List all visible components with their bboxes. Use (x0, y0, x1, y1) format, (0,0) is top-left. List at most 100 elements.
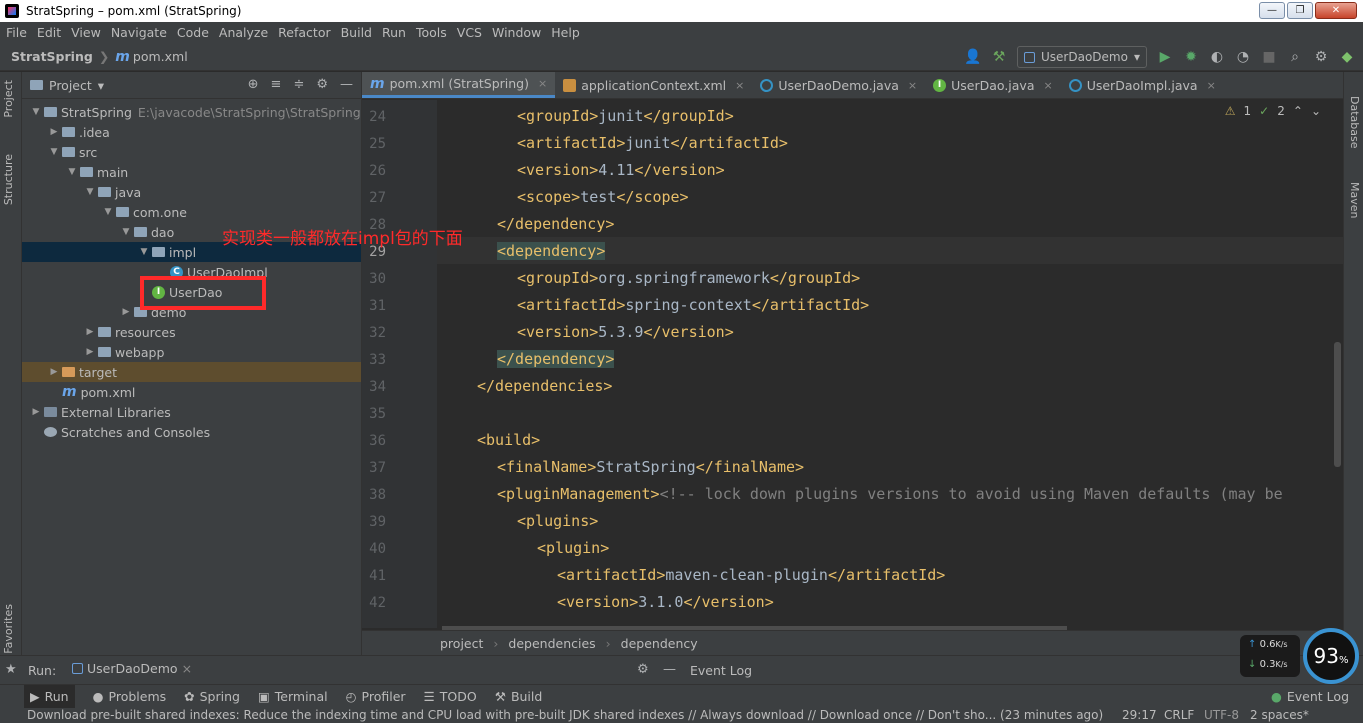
tree-row-src[interactable]: ▼ src (22, 142, 361, 162)
chevron-down-icon[interactable]: ▼ (100, 207, 116, 217)
expand-all-icon[interactable]: ≡ (271, 77, 282, 92)
menu-item-refactor[interactable]: Refactor (273, 25, 335, 40)
menu-item-tools[interactable]: Tools (411, 25, 452, 40)
chevron-right-icon[interactable]: ▶ (28, 407, 44, 417)
chevron-down-icon[interactable]: ▼ (64, 167, 80, 177)
menu-item-window[interactable]: Window (487, 25, 546, 40)
chevron-right-icon[interactable]: ▶ (82, 347, 98, 357)
project-panel-title[interactable]: Project (49, 78, 92, 93)
chevron-down-icon[interactable]: ⌄ (1311, 104, 1321, 118)
tool-tab-problems[interactable]: ● Problems (93, 689, 167, 704)
tool-tab-spring[interactable]: ✿ Spring (184, 689, 240, 704)
build-hammer-icon[interactable]: ⚒ (991, 49, 1007, 65)
tool-tab-build[interactable]: ⚒ Build (495, 689, 543, 704)
close-icon[interactable]: × (735, 79, 744, 92)
project-tool-tab[interactable]: Project (2, 80, 15, 118)
database-tool-tab[interactable]: Database (1348, 96, 1361, 149)
file-encoding[interactable]: UTF-8 (1204, 708, 1239, 722)
maven-tool-tab[interactable]: Maven (1348, 182, 1361, 218)
tree-row--idea[interactable]: ▶ .idea (22, 122, 361, 142)
hide-icon[interactable]: — (340, 77, 353, 92)
editor-tab-2[interactable]: UserDaoDemo.java × (752, 72, 925, 98)
menu-item-run[interactable]: Run (377, 25, 411, 40)
editor-breadcrumb-dependency[interactable]: dependency (621, 636, 698, 651)
tree-row-resources[interactable]: ▶ resources (22, 322, 361, 342)
locate-icon[interactable]: ⊕ (248, 77, 259, 92)
gear-icon[interactable]: ⚙ (1313, 49, 1329, 65)
editor-breadcrumb-dependencies[interactable]: dependencies (508, 636, 595, 651)
restore-button[interactable]: ❐ (1287, 2, 1313, 19)
chevron-down-icon[interactable]: ▼ (28, 107, 44, 117)
run-configuration-select[interactable]: UserDaoDemo ▾ (1017, 46, 1147, 68)
star-icon[interactable]: ★ (5, 662, 17, 677)
tool-tab-run[interactable]: ▶ Run (24, 684, 75, 709)
editor-scrollbar[interactable] (1334, 342, 1341, 467)
menu-item-build[interactable]: Build (336, 25, 377, 40)
editor-tab-0[interactable]: m pom.xml (StratSpring) × (362, 72, 556, 98)
close-icon[interactable]: × (1043, 79, 1052, 92)
menu-item-view[interactable]: View (66, 25, 106, 40)
line-separator[interactable]: CRLF (1164, 708, 1194, 722)
chevron-down-icon[interactable]: ▼ (118, 227, 134, 237)
menu-item-edit[interactable]: Edit (32, 25, 66, 40)
run-icon[interactable]: ▶ (1157, 49, 1173, 65)
chevron-right-icon[interactable]: ▶ (118, 307, 134, 317)
chevron-right-icon[interactable]: ▶ (46, 127, 62, 137)
chevron-right-icon[interactable]: ▶ (82, 327, 98, 337)
search-icon[interactable]: ⌕ (1287, 49, 1303, 65)
menu-item-help[interactable]: Help (546, 25, 585, 40)
editor-tab-3[interactable]: I UserDao.java × (925, 72, 1061, 98)
gear-icon[interactable]: ⚙ (316, 77, 328, 92)
favorites-tool-tab[interactable]: Favorites (2, 604, 15, 654)
status-message[interactable]: Download pre-built shared indexes: Reduc… (27, 708, 1103, 722)
user-icon[interactable]: 👤 (964, 49, 981, 65)
tree-row-com-one[interactable]: ▼ com.one (22, 202, 361, 222)
breadcrumb-project[interactable]: StratSpring (11, 49, 93, 64)
gear-icon[interactable]: ⚙ (637, 662, 649, 677)
hide-icon[interactable]: — (663, 662, 676, 677)
chevron-down-icon[interactable]: ▼ (46, 147, 62, 157)
tree-row-stratspring[interactable]: ▼ StratSpring E:\javacode\StratSpring\Stra… (22, 102, 361, 122)
chevron-right-icon[interactable]: ▶ (46, 367, 62, 377)
menu-item-vcs[interactable]: VCS (452, 25, 487, 40)
tool-tab-todo[interactable]: ☰ TODO (424, 689, 477, 704)
editor-tab-1[interactable]: applicationContext.xml × (555, 72, 752, 98)
jetbrains-toolbox-icon[interactable]: ◆ (1339, 49, 1355, 65)
tool-tab-event-log[interactable]: ● Event Log (1271, 689, 1349, 704)
close-icon[interactable]: × (1207, 79, 1216, 92)
stop-icon[interactable]: ■ (1261, 49, 1277, 65)
chevron-down-icon[interactable]: ▾ (98, 78, 104, 93)
tree-row-java[interactable]: ▼ java (22, 182, 361, 202)
tree-row-pom-xml[interactable]: m pom.xml (22, 382, 361, 402)
tree-row-target[interactable]: ▶ target (22, 362, 361, 382)
menu-item-file[interactable]: File (1, 25, 32, 40)
caret-position[interactable]: 29:17 (1122, 708, 1157, 722)
inspection-status[interactable]: ⚠ 1 ✓ 2 ⌃ ⌄ (1225, 104, 1321, 118)
chevron-down-icon[interactable]: ▼ (136, 247, 152, 257)
structure-tool-tab[interactable]: Structure (2, 154, 15, 205)
menu-item-code[interactable]: Code (172, 25, 214, 40)
tree-row-main[interactable]: ▼ main (22, 162, 361, 182)
close-icon[interactable]: × (908, 79, 917, 92)
editor-tab-4[interactable]: UserDaoImpl.java × (1061, 72, 1224, 98)
tree-row-external-libraries[interactable]: ▶ External Libraries (22, 402, 361, 422)
breadcrumb-file[interactable]: pom.xml (133, 49, 188, 64)
tool-tab-profiler[interactable]: ◴ Profiler (346, 689, 406, 704)
close-icon[interactable]: × (538, 77, 547, 90)
menu-item-analyze[interactable]: Analyze (214, 25, 273, 40)
tree-row-scratches-and-consoles[interactable]: Scratches and Consoles (22, 422, 361, 442)
tool-tab-terminal[interactable]: ▣ Terminal (258, 689, 328, 704)
menu-item-navigate[interactable]: Navigate (106, 25, 172, 40)
chevron-up-icon[interactable]: ⌃ (1293, 104, 1303, 118)
minimize-button[interactable]: — (1259, 2, 1285, 19)
close-button[interactable]: ✕ (1315, 2, 1357, 19)
indent-setting[interactable]: 2 spaces* (1250, 708, 1309, 722)
close-icon[interactable]: × (182, 661, 192, 676)
tree-row-webapp[interactable]: ▶ webapp (22, 342, 361, 362)
chevron-down-icon[interactable]: ▼ (82, 187, 98, 197)
profile-icon[interactable]: ◔ (1235, 49, 1251, 65)
run-tab[interactable]: UserDaoDemo × (72, 661, 192, 676)
debug-icon[interactable]: ✹ (1183, 49, 1199, 65)
collapse-all-icon[interactable]: ≑ (293, 77, 304, 92)
coverage-icon[interactable]: ◐ (1209, 49, 1225, 65)
